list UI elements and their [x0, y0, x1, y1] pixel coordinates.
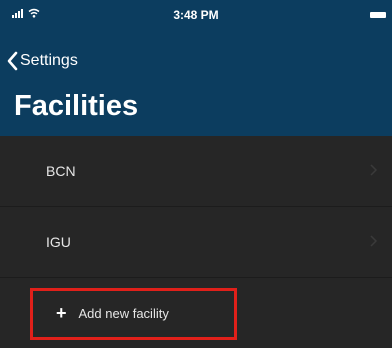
facility-label: BCN: [46, 163, 76, 179]
back-button[interactable]: Settings: [6, 50, 78, 72]
page-title: Facilities: [14, 90, 139, 122]
facility-row-igu[interactable]: IGU: [0, 207, 392, 278]
status-bar: 3:48 PM: [0, 0, 392, 30]
chevron-right-icon: [370, 164, 378, 176]
add-facility-button[interactable]: + Add new facility: [0, 278, 392, 348]
back-button-label: Settings: [20, 52, 78, 69]
chevron-left-icon: [7, 51, 18, 71]
facility-label: IGU: [46, 234, 71, 250]
status-time: 3:48 PM: [173, 8, 219, 22]
battery-icon: [370, 12, 386, 18]
chevron-right-icon: [370, 235, 378, 247]
facility-list: BCN IGU + Add new facility: [0, 136, 392, 348]
highlight-box: [30, 288, 237, 340]
navigation-header: 3:48 PM Settings Facilities: [0, 0, 392, 136]
facility-row-bcn[interactable]: BCN: [0, 136, 392, 207]
